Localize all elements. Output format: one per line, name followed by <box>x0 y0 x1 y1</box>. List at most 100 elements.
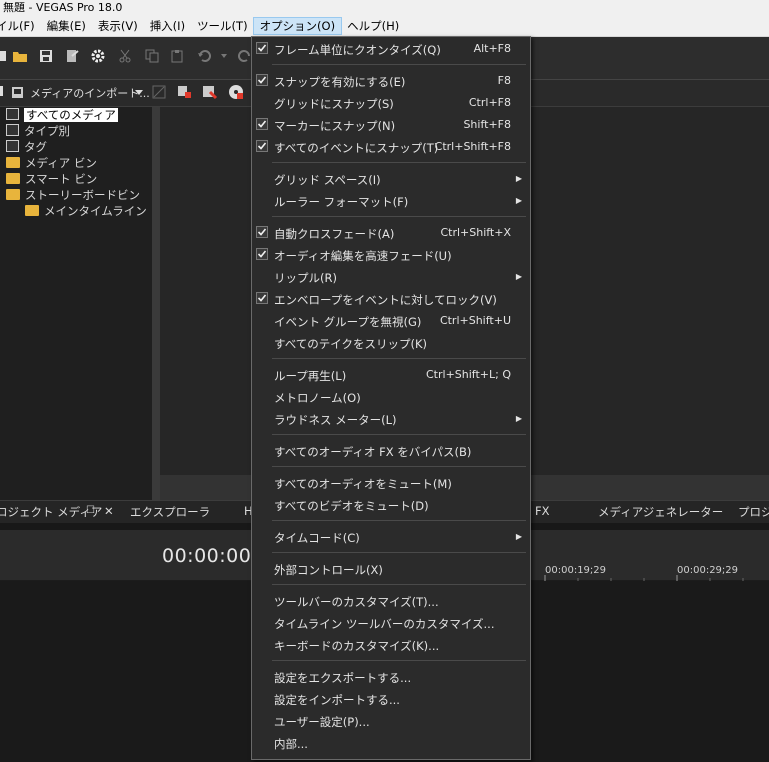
tree-item-media-bins[interactable]: メディア ビン <box>6 156 97 171</box>
menu-insert[interactable]: 挿入(I) <box>144 18 191 34</box>
import-media-icon[interactable] <box>10 84 26 100</box>
open-folder-icon[interactable] <box>11 47 29 65</box>
menu-separator <box>272 520 526 521</box>
options-menu-item[interactable]: イベント グループを無視(G) Ctrl+Shift+U <box>252 310 530 332</box>
tree-item-by-type[interactable]: タイプ別 <box>6 124 70 139</box>
checkmark-icon <box>256 42 268 54</box>
options-menu-item[interactable]: フレーム単位にクオンタイズ(Q) Alt+F8 <box>252 38 530 60</box>
restore-icon[interactable]: ☐ <box>86 505 95 516</box>
menu-help[interactable]: ヘルプ(H) <box>341 18 405 34</box>
menu-options[interactable]: オプション(O) <box>252 16 343 35</box>
menu-separator <box>272 162 526 163</box>
options-menu-item[interactable]: すべてのビデオをミュート(D) <box>252 494 530 516</box>
tree-item-tags[interactable]: タグ <box>6 140 47 155</box>
disc-icon[interactable] <box>228 84 244 100</box>
checkmark-icon <box>256 292 268 304</box>
menu-item-label: すべてのオーディオをミュート(M) <box>274 477 452 491</box>
tab-project[interactable]: プロジ <box>738 504 769 520</box>
tree-scrollbar[interactable] <box>152 107 160 502</box>
options-menu-item[interactable]: メトロノーム(O) <box>252 386 530 408</box>
undo-dropdown-icon[interactable] <box>215 47 233 65</box>
menu-item-shortcut: Ctrl+Shift+F8 <box>434 140 511 153</box>
dropdown-arrow-icon[interactable] <box>134 84 150 100</box>
media-panel-icon[interactable] <box>0 84 10 100</box>
options-menu-item[interactable]: キーボードのカスタマイズ(K)... <box>252 634 530 656</box>
submenu-arrow-icon: ▶ <box>515 272 522 281</box>
checkmark-icon <box>256 226 268 238</box>
render-icon[interactable] <box>63 47 81 65</box>
options-menu-item[interactable]: ツールバーのカスタマイズ(T)... <box>252 590 530 612</box>
tree-item-smart-bins[interactable]: スマート ビン <box>6 172 97 187</box>
menu-separator <box>272 358 526 359</box>
menu-item-label: マーカーにスナップ(N) <box>274 119 396 133</box>
options-menu-item[interactable]: グリッド スペース(I) ▶ <box>252 168 530 190</box>
options-menu-item[interactable]: 内部... <box>252 732 530 754</box>
menu-edit[interactable]: 編集(E) <box>41 18 92 34</box>
menu-item-shortcut: Shift+F8 <box>463 118 511 131</box>
options-menu-item[interactable]: ループ再生(L) Ctrl+Shift+L; Q <box>252 364 530 386</box>
gear-icon[interactable] <box>89 47 107 65</box>
tree-item-storyboard-bins[interactable]: ストーリーボードビン <box>6 188 140 203</box>
cut-icon[interactable] <box>116 47 134 65</box>
options-menu-item[interactable]: タイムライン ツールバーのカスタマイズ... <box>252 612 530 634</box>
options-menu-item[interactable]: 外部コントロール(X) <box>252 558 530 580</box>
menu-separator <box>272 434 526 435</box>
submenu-arrow-icon: ▶ <box>515 532 522 541</box>
options-menu-item[interactable]: エンベロープをイベントに対してロック(V) <box>252 288 530 310</box>
menu-item-label: すべてのイベントにスナップ(T) <box>274 141 439 155</box>
options-menu-item[interactable]: 設定をエクスポートする... <box>252 666 530 688</box>
options-menu-item[interactable]: 設定をインポートする... <box>252 688 530 710</box>
menu-item-shortcut: Ctrl+Shift+U <box>439 314 511 327</box>
paste-icon[interactable] <box>168 47 186 65</box>
submenu-arrow-icon: ▶ <box>515 174 522 183</box>
menu-item-label: リップル(R) <box>274 271 337 285</box>
options-menu-item[interactable]: リップル(R) ▶ <box>252 266 530 288</box>
options-menu-item[interactable]: ルーラー フォーマット(F) ▶ <box>252 190 530 212</box>
close-icon[interactable]: ✕ <box>104 504 114 518</box>
options-menu-item[interactable]: すべてのイベントにスナップ(T) Ctrl+Shift+F8 <box>252 136 530 158</box>
tab-fx[interactable]: FX <box>535 504 550 518</box>
options-menu-item[interactable]: 自動クロスフェード(A) Ctrl+Shift+X <box>252 222 530 244</box>
menu-view[interactable]: 表示(V) <box>92 18 144 34</box>
tree-item-all-media[interactable]: すべてのメディア <box>6 108 118 123</box>
tree-item-main-timeline[interactable]: メインタイムライン <box>25 204 147 219</box>
menu-item-label: メトロノーム(O) <box>274 391 361 405</box>
menu-item-label: 設定をインポートする... <box>274 693 400 707</box>
menu-separator <box>272 216 526 217</box>
options-menu-item[interactable]: ラウドネス メーター(L) ▶ <box>252 408 530 430</box>
copy-icon[interactable] <box>143 47 161 65</box>
options-menu-item[interactable]: スナップを有効にする(E) F8 <box>252 70 530 92</box>
menu-file[interactable]: イル(F) <box>0 18 41 34</box>
options-menu-item[interactable]: すべてのテイクをスリップ(K) <box>252 332 530 354</box>
menu-item-label: すべてのテイクをスリップ(K) <box>274 337 428 351</box>
menu-item-label: グリッドにスナップ(S) <box>274 97 394 111</box>
options-menu-item[interactable]: マーカーにスナップ(N) Shift+F8 <box>252 114 530 136</box>
menu-separator <box>272 64 526 65</box>
folder-icon <box>6 173 20 184</box>
options-menu-item[interactable]: グリッドにスナップ(S) Ctrl+F8 <box>252 92 530 114</box>
media-tree: すべてのメディア タイプ別 タグ メディア ビン スマート ビン ストーリーボー… <box>0 107 152 502</box>
tab-media-generator[interactable]: メディアジェネレーター <box>598 504 723 520</box>
menu-item-label: フレーム単位にクオンタイズ(Q) <box>274 43 441 57</box>
title-bar: 無題 - VEGAS Pro 18.0 <box>0 0 769 15</box>
menu-item-label: ラウドネス メーター(L) <box>274 413 397 427</box>
options-menu-item[interactable]: タイムコード(C) ▶ <box>252 526 530 548</box>
checkmark-icon <box>256 248 268 260</box>
media-icon <box>6 140 19 152</box>
view-toggle-icon[interactable] <box>151 84 167 100</box>
options-menu-item[interactable]: すべてのオーディオをミュート(M) <box>252 472 530 494</box>
capture-icon[interactable] <box>177 84 193 100</box>
new-project-icon[interactable] <box>0 47 10 65</box>
menu-tools[interactable]: ツール(T) <box>191 18 254 34</box>
tab-explorer[interactable]: エクスプローラ <box>130 504 210 520</box>
options-menu-item[interactable]: すべてのオーディオ FX をバイパス(B) <box>252 440 530 462</box>
undo-icon[interactable] <box>195 47 213 65</box>
get-media-icon[interactable] <box>202 84 218 100</box>
window-title: 無題 - VEGAS Pro 18.0 <box>3 1 123 14</box>
options-menu-item[interactable]: オーディオ編集を高速フェード(U) <box>252 244 530 266</box>
import-media-label[interactable]: メディアのインポート... <box>30 85 150 101</box>
save-icon[interactable] <box>37 47 55 65</box>
menu-item-label: タイムコード(C) <box>274 531 360 545</box>
checkmark-icon <box>256 118 268 130</box>
options-menu-item[interactable]: ユーザー設定(P)... <box>252 710 530 732</box>
